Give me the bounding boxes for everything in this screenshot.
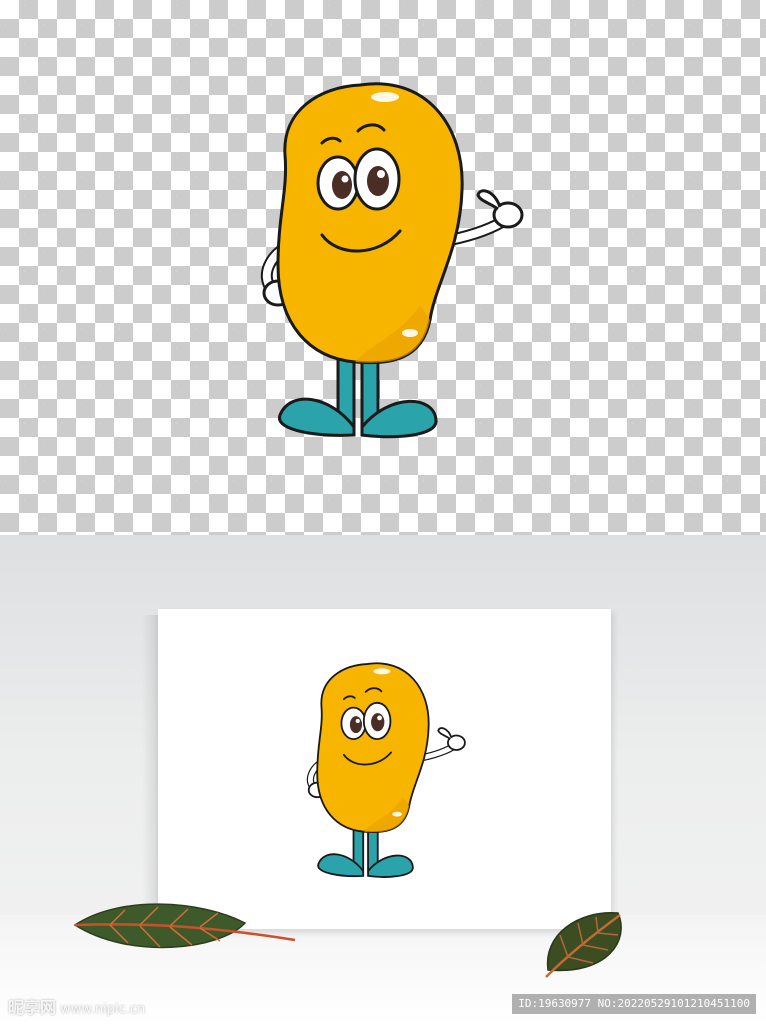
leaf-decoration-right [545, 912, 622, 978]
image-id-label: ID:19630977 NO:20220529101210451100 [512, 994, 756, 1014]
mascot-illustration [250, 75, 530, 455]
site-watermark: 昵享网 www.nipic.cn [8, 994, 146, 1017]
transparent-preview-panel [0, 0, 766, 535]
watermark-url: www.nipic.cn [60, 1002, 146, 1017]
mascot-illustration-small [300, 658, 470, 888]
watermark-logo: 昵享网 [8, 998, 57, 1017]
leaf-decoration-left [73, 903, 296, 949]
